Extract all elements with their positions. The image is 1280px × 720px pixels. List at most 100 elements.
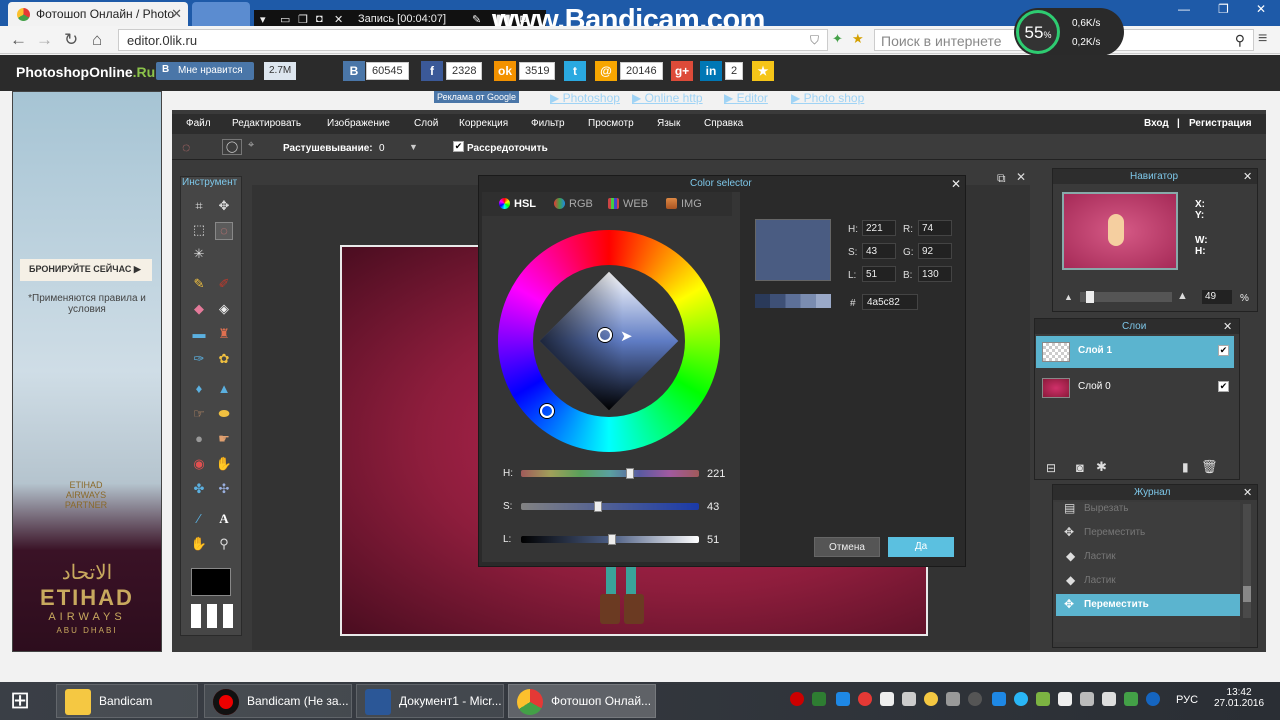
extension-icon[interactable]: ✦ (832, 31, 843, 47)
hue-slider-thumb[interactable] (625, 468, 634, 479)
crop-icon[interactable]: ⌗ (190, 198, 208, 216)
taskbar-bandicam-folder[interactable]: Bandicam (56, 684, 198, 718)
tray-camera-icon[interactable] (968, 692, 982, 706)
blur-icon[interactable]: ♦ (190, 381, 208, 399)
gradient-icon[interactable]: ▬ (190, 326, 208, 344)
ok-button[interactable]: Да (888, 537, 954, 557)
restore-icon[interactable]: ❐ (298, 13, 308, 26)
googleplus-icon[interactable]: g+ (671, 61, 693, 81)
field-b-input[interactable]: 130 (918, 266, 952, 282)
popout-icon[interactable]: ⧉ (997, 171, 1006, 186)
vk-share-icon[interactable]: B (343, 61, 365, 81)
red-eye-icon[interactable]: ◉ (190, 456, 208, 474)
search-icon[interactable]: ⚲ (1235, 32, 1245, 49)
lightness-slider-thumb[interactable] (607, 534, 616, 545)
layer-row[interactable]: Слой 1 ✔ (1036, 336, 1234, 368)
tray-a-icon[interactable] (812, 692, 826, 706)
zoom-slider-thumb[interactable] (1086, 291, 1094, 303)
tray-shield-icon[interactable] (836, 692, 850, 706)
layout-grid-icon[interactable] (191, 604, 233, 628)
lasso-mode-icon[interactable]: ◯ (222, 139, 242, 155)
field-s-input[interactable]: 43 (862, 243, 896, 259)
history-item[interactable]: Ластик (1084, 575, 1116, 586)
pencil-tool-icon[interactable]: ✎ (190, 276, 208, 294)
field-l-input[interactable]: 51 (862, 266, 896, 282)
lasso-icon[interactable]: ◌ (182, 139, 190, 155)
layers-close-icon[interactable]: ✕ (1223, 320, 1232, 333)
dropdown-icon[interactable]: ▾ (260, 13, 266, 26)
tab-img[interactable]: IMG (666, 198, 702, 210)
login-link[interactable]: Вход (1144, 118, 1169, 129)
spot-heal-icon[interactable]: ✋ (215, 456, 233, 474)
site-logo[interactable]: PhotoshopOnline.Ru (16, 64, 155, 80)
zoom-in-icon[interactable]: ▲ (1177, 290, 1188, 302)
tab-rgb[interactable]: RGB (554, 198, 593, 210)
language-indicator[interactable]: РУС (1176, 694, 1198, 706)
layer-visibility-checkbox[interactable]: ✔ (1218, 381, 1229, 392)
hand-icon[interactable]: ✋ (190, 536, 208, 554)
browser-tab-active[interactable]: Фотошоп Онлайн / Photo ✕ (8, 2, 188, 26)
color-selector-close-icon[interactable]: ✕ (951, 177, 961, 191)
facebook-icon[interactable]: f (421, 61, 443, 81)
layer-effects-icon[interactable]: ✱ (1096, 459, 1107, 475)
feather-value[interactable]: 0 (379, 143, 385, 154)
foreground-color-swatch[interactable] (191, 568, 231, 596)
sharpen-icon[interactable]: ▲ (215, 381, 233, 399)
stamp-icon[interactable]: ♜ (215, 326, 233, 344)
lasso-tool-icon[interactable]: ◌ (215, 222, 233, 240)
favorite-icon[interactable]: ★ (752, 61, 774, 81)
dodge-icon[interactable]: ● (190, 431, 208, 449)
tray-battery-icon[interactable] (1124, 692, 1138, 706)
link-online-http[interactable]: ▶ Online http (632, 91, 703, 105)
menu-help[interactable]: Справка (704, 118, 743, 129)
sl-marker[interactable] (598, 328, 612, 342)
tray-skype-icon[interactable] (1014, 692, 1028, 706)
tray-bluetooth-icon[interactable] (1146, 692, 1160, 706)
brush-icon[interactable]: ✐ (215, 276, 233, 294)
drawing-icon[interactable]: ✿ (215, 351, 233, 369)
marquee-icon[interactable]: ⬚ (190, 222, 208, 240)
history-item[interactable]: Вырезать (1084, 503, 1128, 514)
color-replace-icon[interactable]: ✑ (190, 351, 208, 369)
color-shade-strip[interactable] (755, 294, 831, 308)
book-now-button[interactable]: БРОНИРУЙТЕ СЕЙЧАС ▶ (20, 259, 152, 281)
layer-mask-icon[interactable]: ◙ (1076, 460, 1084, 475)
shield-icon[interactable]: ⛉ (810, 33, 819, 48)
minimize-icon[interactable]: ▭ (280, 13, 290, 26)
paint-bucket-icon[interactable]: ◈ (215, 301, 233, 319)
new-tab-button[interactable] (192, 2, 250, 26)
bloat-icon[interactable]: ✤ (190, 481, 208, 499)
window-maximize-button[interactable]: ❐ (1218, 2, 1229, 16)
taskbar-word[interactable]: Документ1 - Micr... (356, 684, 504, 718)
linkedin-icon[interactable]: in (700, 61, 722, 81)
hue-marker[interactable] (540, 404, 554, 418)
home-icon[interactable]: ⌂ (92, 30, 102, 50)
register-link[interactable]: Регистрация (1189, 118, 1252, 129)
burn-icon[interactable]: ☛ (215, 431, 233, 449)
field-g-input[interactable]: 92 (918, 243, 952, 259)
color-picker-icon[interactable]: ⁄ (190, 511, 208, 529)
tab-hsl[interactable]: HSL (499, 198, 536, 210)
move-icon[interactable]: ✥ (215, 198, 233, 216)
field-r-input[interactable]: 74 (918, 220, 952, 236)
menu-filter[interactable]: Фильтр (531, 118, 565, 129)
tray-record-icon[interactable] (790, 692, 804, 706)
tray-print-icon[interactable] (946, 692, 960, 706)
hue-slider[interactable] (521, 470, 699, 477)
feather-dropdown-icon[interactable]: ▼ (409, 142, 418, 152)
link-photoshop[interactable]: ▶ Photoshop (550, 91, 620, 105)
taskbar-bandicam-app[interactable]: Bandicam (Не за... (204, 684, 352, 718)
tray-mail-icon[interactable] (880, 692, 894, 706)
saturation-slider[interactable] (521, 503, 699, 510)
history-item-selected[interactable]: ✥ Переместить (1056, 594, 1240, 616)
history-item[interactable]: Переместить (1084, 527, 1145, 538)
cancel-button[interactable]: Отмена (814, 537, 880, 557)
star-icon[interactable]: ★ (852, 31, 864, 47)
tray-network-icon[interactable] (1080, 692, 1094, 706)
tray-volume-icon[interactable] (1102, 692, 1116, 706)
menu-layer[interactable]: Слой (414, 118, 438, 129)
smudge-icon[interactable]: ☞ (190, 406, 208, 424)
link-editor[interactable]: ▶ Editor (724, 91, 768, 105)
eraser-icon[interactable]: ◆ (190, 301, 208, 319)
mailru-icon[interactable]: @ (595, 61, 617, 81)
